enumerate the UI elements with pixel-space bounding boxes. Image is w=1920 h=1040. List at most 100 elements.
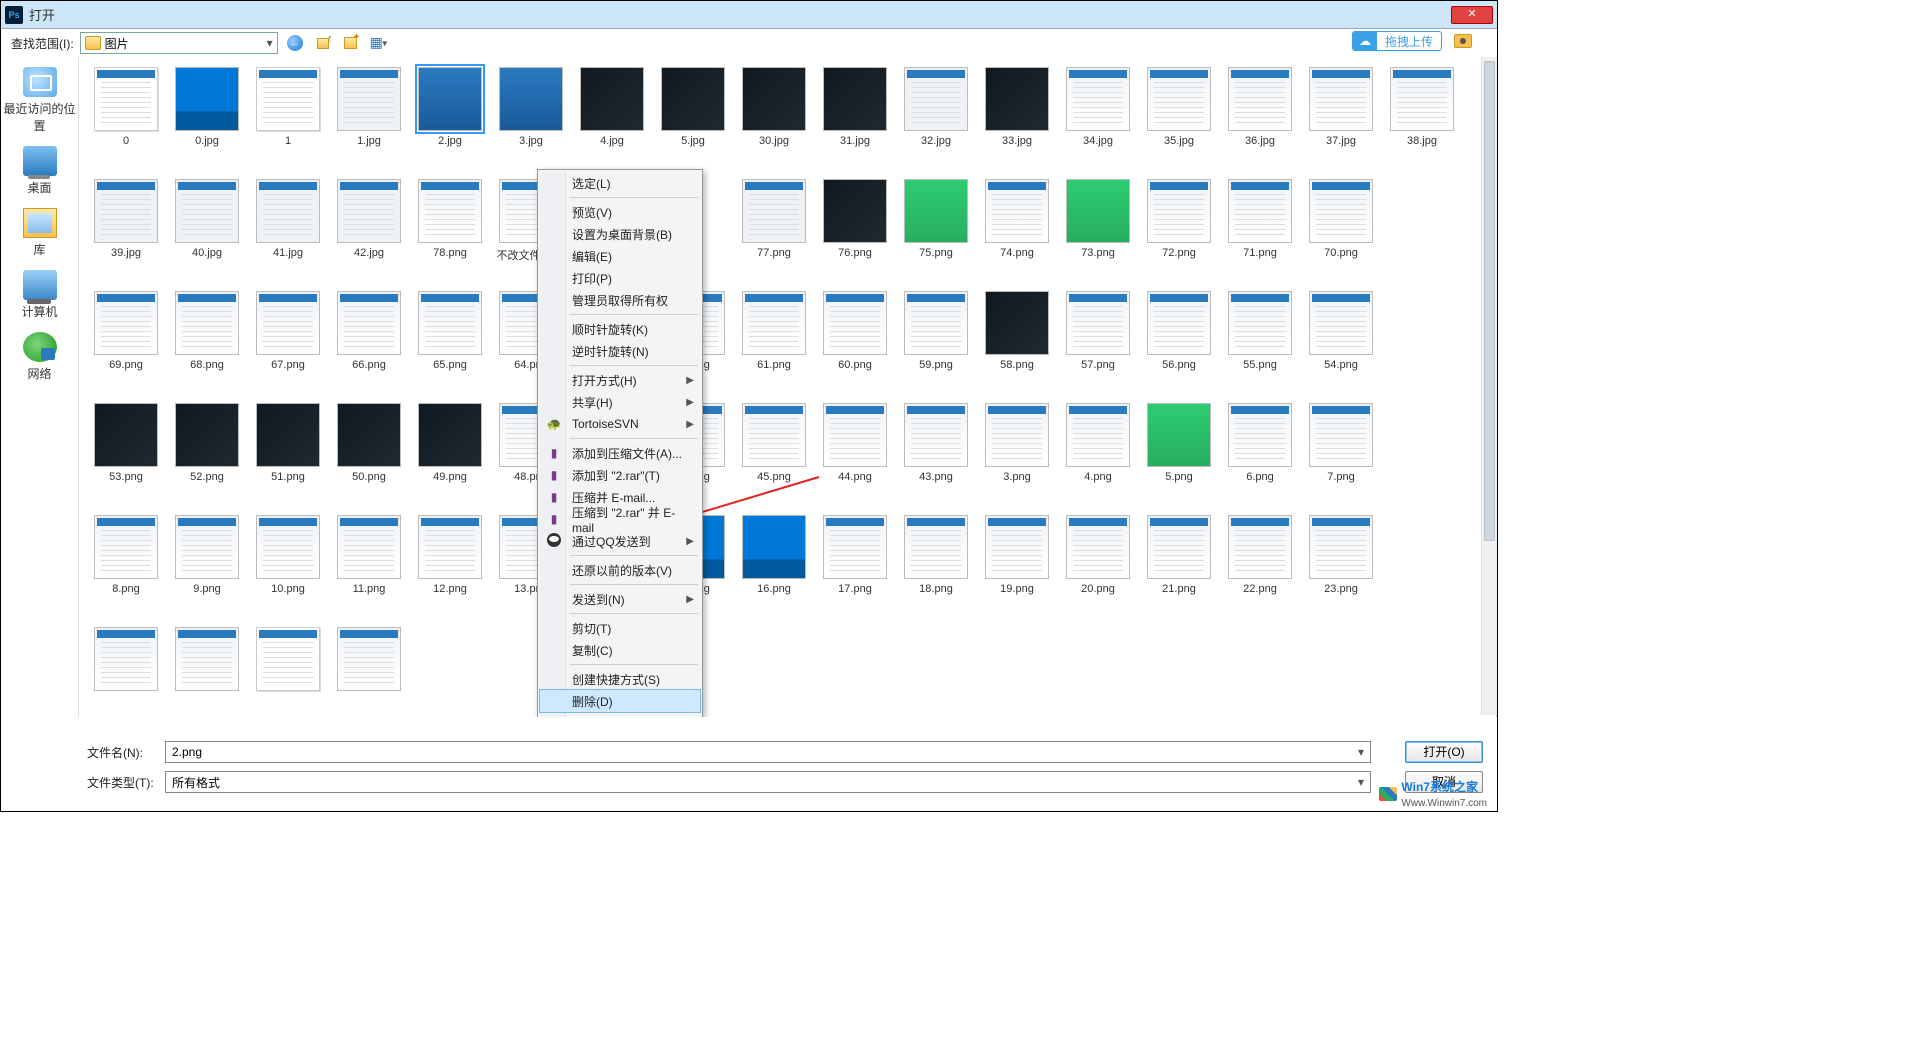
- file-thumbnail[interactable]: [249, 623, 327, 717]
- file-thumbnail[interactable]: 44.png: [816, 399, 894, 511]
- vertical-scrollbar[interactable]: [1481, 57, 1497, 715]
- file-thumbnail[interactable]: 59.png: [897, 287, 975, 399]
- file-thumbnail[interactable]: 78.png: [411, 175, 489, 287]
- file-thumbnail[interactable]: 0.jpg: [168, 63, 246, 175]
- file-thumbnail[interactable]: 9.png: [168, 511, 246, 623]
- file-thumbnail[interactable]: 57.png: [1059, 287, 1137, 399]
- file-thumbnail[interactable]: 66.png: [330, 287, 408, 399]
- context-menu-item[interactable]: 删除(D): [540, 690, 700, 712]
- context-menu-item[interactable]: 编辑(E): [540, 245, 700, 267]
- context-menu-item[interactable]: ▮添加到 "2.rar"(T): [540, 464, 700, 486]
- file-thumbnail[interactable]: 54.png: [1302, 287, 1380, 399]
- up-one-level-button[interactable]: [312, 32, 334, 54]
- file-thumbnail[interactable]: 32.jpg: [897, 63, 975, 175]
- file-thumbnail[interactable]: 37.jpg: [1302, 63, 1380, 175]
- file-thumbnail[interactable]: 71.png: [1221, 175, 1299, 287]
- context-menu-item[interactable]: 共享(H)▶: [540, 391, 700, 413]
- context-menu-item[interactable]: 还原以前的版本(V): [540, 559, 700, 581]
- file-thumbnail[interactable]: 17.png: [816, 511, 894, 623]
- file-thumbnail[interactable]: 5.png: [1140, 399, 1218, 511]
- filename-input[interactable]: 2.png ▾: [165, 741, 1371, 763]
- file-thumbnail[interactable]: 39.jpg: [87, 175, 165, 287]
- file-thumbnail[interactable]: 1: [249, 63, 327, 175]
- file-thumbnail[interactable]: 60.png: [816, 287, 894, 399]
- file-thumbnail[interactable]: 4.jpg: [573, 63, 651, 175]
- file-thumbnail[interactable]: 34.jpg: [1059, 63, 1137, 175]
- context-menu-item[interactable]: 顺时针旋转(K): [540, 318, 700, 340]
- file-thumbnail[interactable]: 3.png: [978, 399, 1056, 511]
- file-thumbnail[interactable]: 3.jpg: [492, 63, 570, 175]
- file-thumbnail[interactable]: 74.png: [978, 175, 1056, 287]
- window-close-button[interactable]: ✕: [1451, 6, 1493, 24]
- file-thumbnail[interactable]: 10.png: [249, 511, 327, 623]
- context-menu-item[interactable]: 打印(P): [540, 267, 700, 289]
- file-thumbnail[interactable]: 31.jpg: [816, 63, 894, 175]
- file-thumbnail[interactable]: 77.png: [735, 175, 813, 287]
- context-menu-item[interactable]: 逆时针旋转(N): [540, 340, 700, 362]
- file-thumbnail[interactable]: 50.png: [330, 399, 408, 511]
- context-menu-item[interactable]: 创建快捷方式(S): [540, 668, 700, 690]
- file-thumbnail[interactable]: 11.png: [330, 511, 408, 623]
- file-list-area[interactable]: 00.jpg11.jpg2.jpg3.jpg4.jpg5.jpg30.jpg31…: [79, 57, 1497, 717]
- places-item[interactable]: 计算机: [1, 266, 78, 328]
- file-thumbnail[interactable]: 65.png: [411, 287, 489, 399]
- places-item[interactable]: 桌面: [1, 142, 78, 204]
- file-thumbnail[interactable]: 18.png: [897, 511, 975, 623]
- context-menu-item[interactable]: ▮压缩到 "2.rar" 并 E-mail: [540, 508, 700, 530]
- file-thumbnail[interactable]: 20.png: [1059, 511, 1137, 623]
- file-thumbnail[interactable]: 7.png: [1302, 399, 1380, 511]
- open-button[interactable]: 打开(O): [1405, 741, 1483, 763]
- file-thumbnail[interactable]: 70.png: [1302, 175, 1380, 287]
- context-menu-item[interactable]: 复制(C): [540, 639, 700, 661]
- back-button[interactable]: [284, 32, 306, 54]
- new-folder-button[interactable]: [340, 32, 362, 54]
- file-thumbnail[interactable]: 67.png: [249, 287, 327, 399]
- file-thumbnail[interactable]: 43.png: [897, 399, 975, 511]
- view-menu-button[interactable]: ▼: [368, 32, 390, 54]
- file-thumbnail[interactable]: 55.png: [1221, 287, 1299, 399]
- context-menu-item[interactable]: 剪切(T): [540, 617, 700, 639]
- file-thumbnail[interactable]: [330, 623, 408, 717]
- file-thumbnail[interactable]: 1.jpg: [330, 63, 408, 175]
- file-thumbnail[interactable]: 73.png: [1059, 175, 1137, 287]
- file-thumbnail[interactable]: 42.jpg: [330, 175, 408, 287]
- places-item[interactable]: 最近访问的位置: [1, 63, 78, 142]
- file-thumbnail[interactable]: 4.png: [1059, 399, 1137, 511]
- file-thumbnail[interactable]: 58.png: [978, 287, 1056, 399]
- file-thumbnail[interactable]: 19.png: [978, 511, 1056, 623]
- context-menu-item[interactable]: 通过QQ发送到▶: [540, 530, 700, 552]
- file-thumbnail[interactable]: 0: [87, 63, 165, 175]
- file-thumbnail[interactable]: 41.jpg: [249, 175, 327, 287]
- context-menu-item[interactable]: 管理员取得所有权: [540, 289, 700, 311]
- file-thumbnail[interactable]: 53.png: [87, 399, 165, 511]
- context-menu-item[interactable]: 设置为桌面背景(B): [540, 223, 700, 245]
- context-menu-item[interactable]: 发送到(N)▶: [540, 588, 700, 610]
- file-thumbnail[interactable]: 30.jpg: [735, 63, 813, 175]
- context-menu-item[interactable]: 选定(L): [540, 172, 700, 194]
- file-thumbnail[interactable]: 68.png: [168, 287, 246, 399]
- file-thumbnail[interactable]: 21.png: [1140, 511, 1218, 623]
- file-thumbnail[interactable]: 35.jpg: [1140, 63, 1218, 175]
- context-menu-item[interactable]: 🐢TortoiseSVN▶: [540, 413, 700, 435]
- camera-icon[interactable]: [1454, 34, 1472, 48]
- file-thumbnail[interactable]: 5.jpg: [654, 63, 732, 175]
- file-thumbnail[interactable]: 12.png: [411, 511, 489, 623]
- context-menu-item[interactable]: ▮添加到压缩文件(A)...: [540, 442, 700, 464]
- file-thumbnail[interactable]: 8.png: [87, 511, 165, 623]
- filetype-select[interactable]: 所有格式 ▾: [165, 771, 1371, 793]
- file-thumbnail[interactable]: 51.png: [249, 399, 327, 511]
- file-thumbnail[interactable]: 75.png: [897, 175, 975, 287]
- file-thumbnail[interactable]: 72.png: [1140, 175, 1218, 287]
- context-menu-item[interactable]: 重命名(M): [540, 712, 700, 717]
- file-thumbnail[interactable]: 56.png: [1140, 287, 1218, 399]
- file-thumbnail[interactable]: 38.jpg: [1383, 63, 1461, 175]
- places-item[interactable]: 库: [1, 204, 78, 266]
- file-thumbnail[interactable]: 69.png: [87, 287, 165, 399]
- cloud-upload-button[interactable]: ☁ 拖拽上传: [1352, 31, 1442, 51]
- file-thumbnail[interactable]: 52.png: [168, 399, 246, 511]
- file-thumbnail[interactable]: 49.png: [411, 399, 489, 511]
- context-menu-item[interactable]: 打开方式(H)▶: [540, 369, 700, 391]
- file-thumbnail[interactable]: 22.png: [1221, 511, 1299, 623]
- file-thumbnail[interactable]: 36.jpg: [1221, 63, 1299, 175]
- scrollbar-thumb[interactable]: [1484, 61, 1495, 541]
